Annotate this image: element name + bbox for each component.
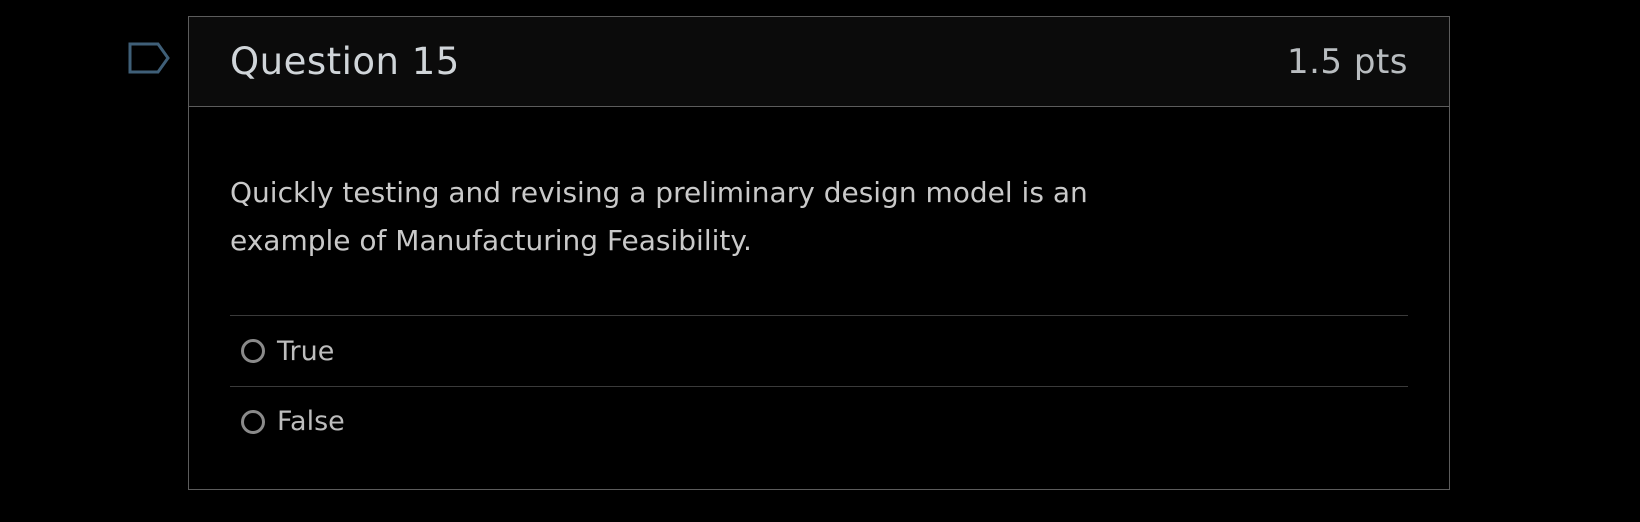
- question-points: 1.5 pts: [1286, 41, 1408, 82]
- answer-option-false[interactable]: False: [230, 386, 1408, 456]
- question-text-line-1: Quickly testing and revising a prelimina…: [230, 176, 1088, 209]
- flag-question-icon[interactable]: [128, 42, 172, 78]
- question-header: Question 15 1.5 pts: [189, 17, 1449, 107]
- question-text: Quickly testing and revising a prelimina…: [230, 107, 1110, 265]
- radio-button-false[interactable]: [241, 409, 265, 434]
- answer-option-true[interactable]: True: [230, 316, 1408, 386]
- flag-outline-icon: [128, 42, 170, 74]
- radio-button-true[interactable]: [241, 339, 265, 363]
- question-text-line-2: example of Manufacturing Feasibility.: [230, 224, 752, 257]
- answer-list: True False: [230, 315, 1408, 456]
- question-card: Question 15 1.5 pts Quickly testing and …: [188, 16, 1450, 490]
- answer-label-false: False: [277, 406, 345, 437]
- answer-label-true: True: [277, 335, 335, 367]
- question-body: Quickly testing and revising a prelimina…: [189, 107, 1449, 456]
- question-title: Question 15: [230, 40, 460, 83]
